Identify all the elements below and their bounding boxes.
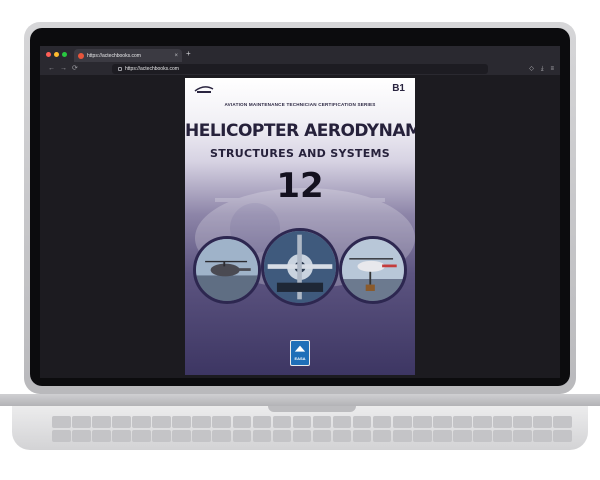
keyboard-key — [493, 416, 512, 429]
keyboard-key — [292, 429, 312, 442]
new-tab-button[interactable]: + — [186, 49, 191, 59]
publisher-logo-icon — [194, 86, 214, 93]
window-controls — [46, 52, 67, 57]
keyboard-key — [212, 429, 232, 442]
keyboard-key — [533, 429, 552, 442]
keyboard-key — [272, 429, 292, 442]
keyboard-key — [433, 416, 452, 429]
site-favicon-icon — [78, 52, 84, 59]
keyboard-key — [112, 416, 131, 429]
keyboard-key — [433, 429, 452, 442]
keyboard-key — [513, 429, 532, 442]
keyboard-key — [172, 429, 191, 442]
keyboard-key — [212, 416, 232, 429]
book-subtitle: STRUCTURES AND SYSTEMS — [209, 147, 391, 160]
keyboard-key — [352, 429, 372, 442]
keyboard-key — [473, 416, 492, 429]
download-icon[interactable]: ⤓ — [541, 65, 544, 73]
opening-notch — [268, 406, 356, 412]
back-button[interactable]: ← — [48, 65, 55, 73]
keyboard-key — [52, 416, 71, 429]
laptop-base — [0, 394, 600, 454]
series-label: AVIATION MAINTENANCE TECHNICIAN CERTIFIC… — [224, 102, 376, 107]
keyboard-key — [92, 429, 111, 442]
helicopter-photo-left — [193, 236, 261, 304]
keyboard-key — [72, 416, 91, 429]
keyboard-key — [453, 429, 472, 442]
easa-emblem-icon — [294, 345, 306, 352]
keyboard-key — [332, 416, 352, 429]
keyboard-key — [192, 429, 211, 442]
helicopter-photo-right — [339, 236, 407, 304]
laptop-screen: https://actechbooks.com × + ← → ⟳ https:… — [40, 46, 560, 378]
keyboard-key — [453, 416, 472, 429]
menu-icon[interactable]: ≡ — [550, 65, 554, 73]
keyboard-key — [132, 429, 151, 442]
module-code: B1 — [392, 83, 405, 94]
keyboard-key — [372, 429, 392, 442]
page-viewport: B1 AVIATION MAINTENANCE TECHNICIAN CERTI… — [40, 75, 560, 378]
keyboard-key — [192, 416, 211, 429]
keyboard-key — [152, 429, 171, 442]
keyboard-key — [513, 416, 532, 429]
keyboard-key — [312, 429, 332, 442]
browser-toolbar: ← → ⟳ https://actechbooks.com ◇ ⤓ ≡ — [40, 63, 560, 75]
book-cover[interactable]: B1 AVIATION MAINTENANCE TECHNICIAN CERTI… — [185, 78, 415, 375]
keyboard-key — [332, 429, 352, 442]
keyboard-key — [292, 416, 312, 429]
keyboard-key — [252, 429, 272, 442]
keyboard — [52, 416, 572, 442]
browser-tab[interactable]: https://actechbooks.com × — [74, 49, 182, 62]
helicopter-rotor-photo — [261, 228, 339, 306]
keyboard-key — [352, 416, 372, 429]
easa-badge-text: EASA — [294, 356, 306, 361]
keyboard-key — [272, 416, 292, 429]
keyboard-key — [392, 416, 412, 429]
keyboard-key — [112, 429, 131, 442]
close-window-button[interactable] — [46, 52, 51, 57]
keyboard-key — [172, 416, 191, 429]
keyboard-key — [132, 416, 151, 429]
book-title: HELICOPTER AERODYNAMICS — [185, 121, 415, 141]
lock-icon — [118, 67, 122, 71]
module-number: 12 — [276, 166, 324, 206]
keyboard-key — [413, 416, 432, 429]
keyboard-key — [152, 416, 171, 429]
keyboard-key — [312, 416, 332, 429]
browser-tab-bar: https://actechbooks.com × + — [40, 46, 560, 63]
keyboard-key — [72, 429, 91, 442]
keyboard-key — [92, 416, 111, 429]
laptop-hinge — [0, 394, 600, 406]
url-text: https://actechbooks.com — [125, 66, 179, 72]
keyboard-key — [372, 416, 392, 429]
keyboard-key — [553, 416, 572, 429]
keyboard-key — [232, 429, 252, 442]
reload-button[interactable]: ⟳ — [72, 65, 78, 73]
laptop-keyboard-deck — [12, 406, 588, 450]
tab-close-icon[interactable]: × — [174, 53, 178, 59]
maximize-window-button[interactable] — [62, 52, 67, 57]
keyboard-key — [533, 416, 552, 429]
easa-badge: EASA — [290, 340, 310, 366]
forward-button[interactable]: → — [60, 65, 67, 73]
tab-title: https://actechbooks.com — [87, 52, 141, 59]
toolbar-icons: ◇ ⤓ ≡ — [529, 65, 554, 73]
minimize-window-button[interactable] — [54, 52, 59, 57]
keyboard-key — [392, 429, 412, 442]
keyboard-key — [52, 429, 71, 442]
keyboard-key — [252, 416, 272, 429]
keyboard-key — [493, 429, 512, 442]
keyboard-key — [413, 429, 432, 442]
shield-icon[interactable]: ◇ — [529, 65, 534, 73]
address-bar[interactable]: https://actechbooks.com — [112, 64, 488, 74]
keyboard-key — [232, 416, 252, 429]
keyboard-key — [553, 429, 572, 442]
keyboard-key — [473, 429, 492, 442]
